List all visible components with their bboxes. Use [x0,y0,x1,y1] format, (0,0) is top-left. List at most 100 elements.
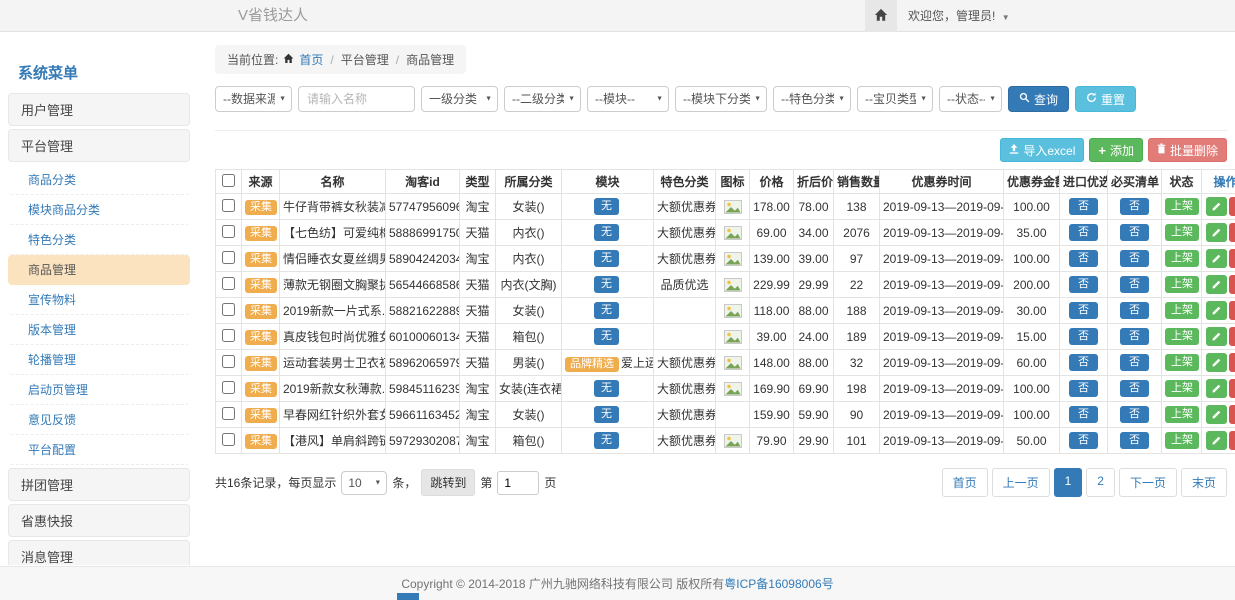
must-buy-toggle[interactable]: 否 [1120,250,1149,267]
row-checkbox[interactable] [222,303,235,316]
delete-button[interactable] [1229,327,1235,346]
import-excel-button[interactable]: 导入excel [1000,138,1084,162]
sidebar-item-user-management[interactable]: 用户管理 [8,93,190,126]
row-checkbox[interactable] [222,355,235,368]
delete-button[interactable] [1229,431,1235,450]
status-button[interactable]: 上架 [1165,302,1199,319]
import-select-toggle[interactable]: 否 [1069,224,1098,241]
must-buy-toggle[interactable]: 否 [1120,328,1149,345]
must-buy-toggle[interactable]: 否 [1120,276,1149,293]
must-buy-toggle[interactable]: 否 [1120,406,1149,423]
row-checkbox[interactable] [222,329,235,342]
sidebar-submenu-item[interactable]: 商品管理 [8,255,190,285]
delete-button[interactable] [1229,379,1235,398]
sidebar-submenu-item[interactable]: 特色分类 [8,225,190,255]
delete-button[interactable] [1229,353,1235,372]
delete-button[interactable] [1229,197,1235,216]
delete-button[interactable] [1229,405,1235,424]
edit-button[interactable] [1206,353,1227,372]
pagination-button[interactable]: 末页 [1181,468,1227,497]
name-search-input[interactable] [298,86,415,112]
edit-button[interactable] [1206,275,1227,294]
data-source-select[interactable]: --数据来源-- [215,86,292,112]
status-button[interactable]: 上架 [1165,354,1199,371]
filter-select[interactable]: --状态-- [939,86,1002,112]
sidebar-submenu-item[interactable]: 宣传物料 [8,285,190,315]
must-buy-toggle[interactable]: 否 [1120,432,1149,449]
sidebar-submenu-item[interactable]: 平台配置 [8,435,190,465]
pagination-button[interactable]: 首页 [942,468,988,497]
row-checkbox[interactable] [222,277,235,290]
sidebar-group[interactable]: 省惠快报 [8,504,190,537]
home-button[interactable] [865,0,897,32]
user-menu[interactable]: 欢迎您，管理员! ▼ [908,0,1010,34]
sidebar-submenu-item[interactable]: 模块商品分类 [8,195,190,225]
import-select-toggle[interactable]: 否 [1069,250,1098,267]
import-select-toggle[interactable]: 否 [1069,354,1098,371]
pagination-button[interactable]: 下一页 [1119,468,1177,497]
status-button[interactable]: 上架 [1165,328,1199,345]
row-checkbox[interactable] [222,433,235,446]
edit-button[interactable] [1206,405,1227,424]
status-button[interactable]: 上架 [1165,276,1199,293]
filter-select[interactable]: --模块下分类-- [675,86,767,112]
jump-button[interactable]: 跳转到 [421,469,475,496]
filter-select[interactable]: --二级分类-- [504,86,581,112]
sidebar-submenu-item[interactable]: 轮播管理 [8,345,190,375]
pagination-button[interactable]: 2 [1086,468,1115,497]
row-checkbox[interactable] [222,199,235,212]
filter-select[interactable]: --模块-- [587,86,669,112]
per-page-select[interactable]: 10 [341,471,387,495]
row-checkbox[interactable] [222,381,235,394]
import-select-toggle[interactable]: 否 [1069,276,1098,293]
query-button[interactable]: 查询 [1008,86,1069,112]
import-select-toggle[interactable]: 否 [1069,380,1098,397]
sidebar-submenu-item[interactable]: 商品分类 [8,165,190,195]
sidebar-submenu-item[interactable]: 启动页管理 [8,375,190,405]
status-button[interactable]: 上架 [1165,250,1199,267]
sidebar-submenu-item[interactable]: 版本管理 [8,315,190,345]
edit-button[interactable] [1206,431,1227,450]
edit-button[interactable] [1206,379,1227,398]
status-button[interactable]: 上架 [1165,224,1199,241]
delete-button[interactable] [1229,249,1235,268]
breadcrumb-home-link[interactable]: 首页 [299,51,323,68]
edit-button[interactable] [1206,301,1227,320]
add-button[interactable]: + 添加 [1089,138,1143,162]
sidebar-submenu-item[interactable]: 意见反馈 [8,405,190,435]
import-select-toggle[interactable]: 否 [1069,302,1098,319]
filter-select[interactable]: --特色分类-- [773,86,851,112]
edit-button[interactable] [1206,197,1227,216]
delete-button[interactable] [1229,223,1235,242]
icp-link[interactable]: 粤ICP备16098006号 [724,577,833,591]
must-buy-toggle[interactable]: 否 [1120,198,1149,215]
status-button[interactable]: 上架 [1165,380,1199,397]
row-checkbox[interactable] [222,407,235,420]
import-select-toggle[interactable]: 否 [1069,406,1098,423]
filter-select[interactable]: --宝贝类型-- [857,86,933,112]
import-select-toggle[interactable]: 否 [1069,198,1098,215]
must-buy-toggle[interactable]: 否 [1120,302,1149,319]
row-checkbox[interactable] [222,225,235,238]
import-select-toggle[interactable]: 否 [1069,432,1098,449]
batch-delete-button[interactable]: 批量删除 [1148,138,1227,162]
reset-button[interactable]: 重置 [1075,86,1136,112]
edit-button[interactable] [1206,327,1227,346]
status-button[interactable]: 上架 [1165,406,1199,423]
edit-button[interactable] [1206,249,1227,268]
delete-button[interactable] [1229,275,1235,294]
must-buy-toggle[interactable]: 否 [1120,380,1149,397]
edit-button[interactable] [1206,223,1227,242]
delete-button[interactable] [1229,301,1235,320]
must-buy-toggle[interactable]: 否 [1120,224,1149,241]
page-number-input[interactable] [497,471,539,495]
sidebar-group[interactable]: 消息管理 [8,540,190,565]
select-all-checkbox[interactable] [222,174,235,187]
pagination-button[interactable]: 上一页 [992,468,1050,497]
pagination-button[interactable]: 1 [1054,468,1083,497]
sidebar-item-platform-management[interactable]: 平台管理 [8,129,190,162]
status-button[interactable]: 上架 [1165,432,1199,449]
import-select-toggle[interactable]: 否 [1069,328,1098,345]
filter-select[interactable]: 一级分类 [421,86,498,112]
must-buy-toggle[interactable]: 否 [1120,354,1149,371]
